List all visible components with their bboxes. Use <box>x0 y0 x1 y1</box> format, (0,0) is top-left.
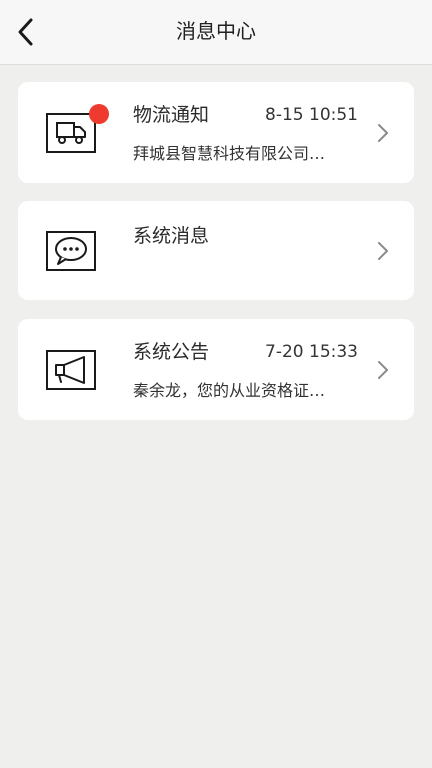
message-preview: 拜城县智慧科技有限公司… <box>133 144 326 163</box>
megaphone-icon <box>46 350 96 390</box>
message-item-logistics[interactable]: 物流通知 8-15 10:51 拜城县智慧科技有限公司… <box>18 82 414 183</box>
chevron-right-icon <box>376 122 390 144</box>
message-time: 8-15 10:51 <box>265 105 358 125</box>
message-title: 物流通知 <box>133 104 210 126</box>
message-item-system[interactable]: 系统消息 <box>18 201 414 300</box>
chevron-right-icon <box>376 359 390 381</box>
message-time: 7-20 15:33 <box>265 342 358 362</box>
unread-badge <box>89 104 109 124</box>
chat-bubble-icon <box>46 231 96 271</box>
page-title: 消息中心 <box>176 19 256 43</box>
chevron-right-icon <box>376 240 390 262</box>
top-bar: 消息中心 <box>0 0 432 65</box>
message-title: 系统消息 <box>133 225 210 247</box>
message-item-announcement[interactable]: 系统公告 7-20 15:33 秦余龙，您的从业资格证… <box>18 319 414 420</box>
message-preview: 秦余龙，您的从业资格证… <box>133 381 326 400</box>
truck-icon <box>46 113 96 153</box>
message-title: 系统公告 <box>133 341 210 363</box>
